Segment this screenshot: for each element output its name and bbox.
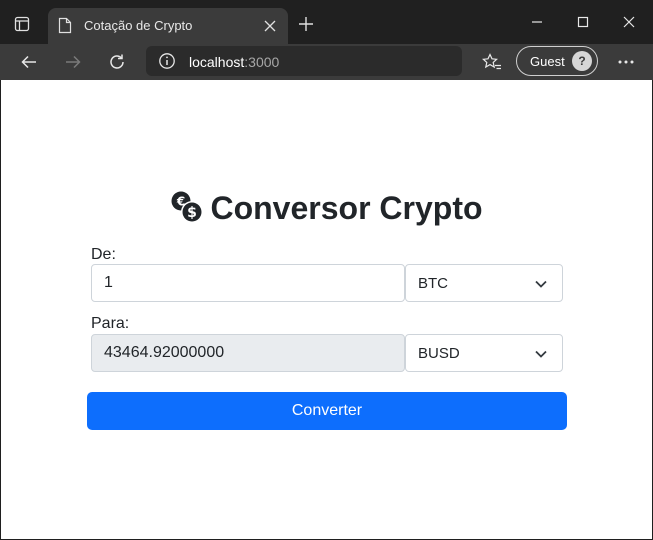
coins-icon: € $: [170, 190, 204, 224]
address-host: localhost: [189, 54, 245, 70]
reload-icon[interactable]: [103, 48, 131, 76]
profile-label: Guest: [530, 54, 565, 69]
more-icon[interactable]: [612, 48, 640, 76]
page-title-text: Conversor Crypto: [210, 190, 483, 226]
info-icon[interactable]: [158, 52, 176, 70]
to-currency-value: BUSD: [418, 345, 460, 362]
browser-tab[interactable]: Cotação de Crypto: [48, 8, 288, 44]
from-currency-value: BTC: [418, 275, 448, 292]
star-list-icon[interactable]: [478, 48, 506, 76]
close-window-button[interactable]: [606, 8, 652, 36]
address-port: :3000: [244, 54, 280, 70]
chevron-down-icon: [534, 347, 548, 361]
page-viewport: € $ Conversor Crypto De: BTC Para: BUSD …: [1, 80, 652, 539]
chevron-down-icon: [534, 277, 548, 291]
from-label: De:: [91, 246, 116, 263]
svg-text:$: $: [188, 205, 198, 221]
plus-icon[interactable]: [294, 12, 318, 36]
to-amount-field: [91, 334, 405, 372]
arrow-left-icon[interactable]: [15, 48, 43, 76]
from-currency-select[interactable]: BTC: [405, 264, 563, 302]
address-text: localhost:3000: [189, 54, 279, 70]
from-amount-input[interactable]: [91, 264, 405, 302]
maximize-button[interactable]: [560, 8, 606, 36]
avatar: ?: [572, 51, 592, 71]
page-title: € $ Conversor Crypto: [1, 190, 652, 227]
close-icon[interactable]: [260, 16, 280, 36]
address-bar[interactable]: localhost:3000: [146, 46, 462, 76]
to-currency-select[interactable]: BUSD: [405, 334, 563, 372]
convert-button[interactable]: Converter: [87, 392, 567, 430]
page-icon: [58, 17, 74, 35]
profile-button[interactable]: Guest ?: [516, 46, 598, 76]
browser-toolbar: localhost:3000 Guest ?: [0, 44, 653, 80]
to-label: Para:: [91, 315, 130, 332]
title-bar: Cotação de Crypto: [0, 0, 653, 44]
minimize-button[interactable]: [514, 8, 560, 36]
arrow-right-icon[interactable]: [59, 48, 87, 76]
tab-title: Cotação de Crypto: [84, 18, 193, 33]
tab-actions-icon[interactable]: [10, 12, 34, 36]
